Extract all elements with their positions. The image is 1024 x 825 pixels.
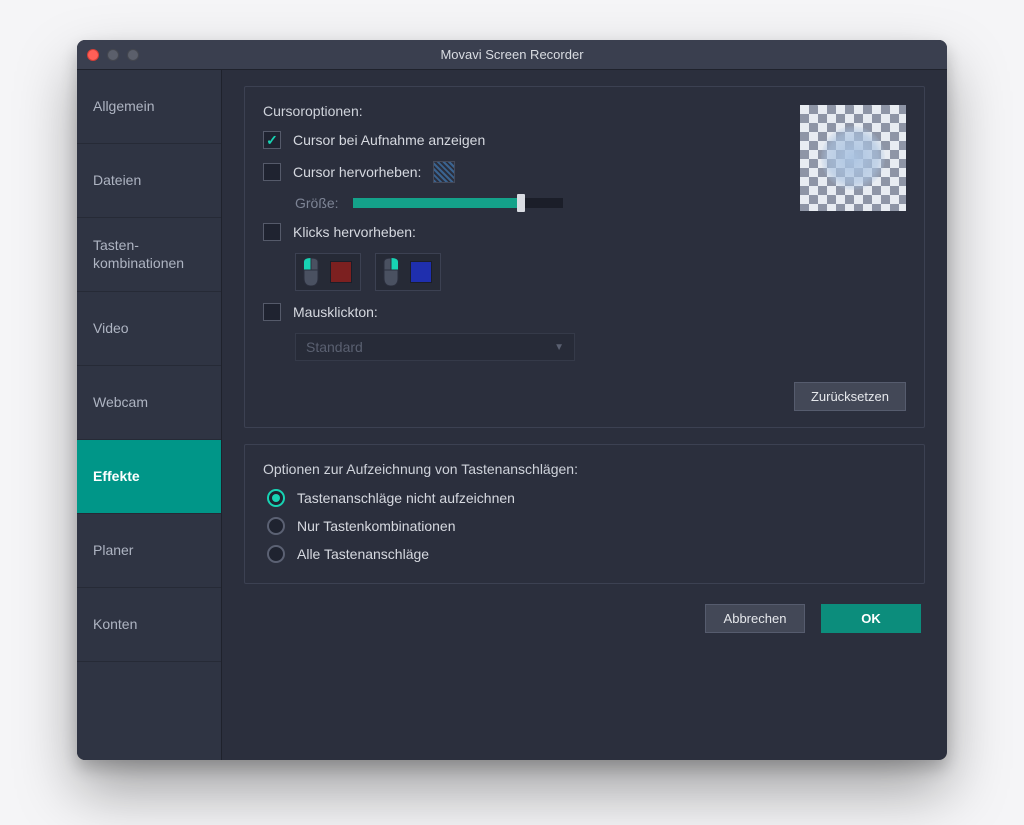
sidebar-item-label: Video <box>93 320 129 338</box>
preferences-window: Movavi Screen Recorder Allgemein Dateien… <box>77 40 947 760</box>
radio-icon <box>267 489 285 507</box>
left-click-color-button[interactable] <box>295 253 361 291</box>
show-cursor-checkbox[interactable] <box>263 131 281 149</box>
sidebar-item-files[interactable]: Dateien <box>77 144 221 218</box>
minimize-icon[interactable] <box>107 49 119 61</box>
cursor-preview <box>800 105 906 211</box>
highlight-color-swatch[interactable] <box>433 161 455 183</box>
panel-title: Cursoroptionen: <box>263 103 774 119</box>
click-sound-checkbox[interactable] <box>263 303 281 321</box>
size-slider[interactable] <box>353 198 563 208</box>
sidebar-item-effects[interactable]: Effekte <box>77 440 221 514</box>
chevron-down-icon: ▼ <box>554 342 564 353</box>
sidebar-item-accounts[interactable]: Konten <box>77 588 221 662</box>
close-icon[interactable] <box>87 49 99 61</box>
sidebar-item-video[interactable]: Video <box>77 292 221 366</box>
keystroke-option-shortcuts[interactable]: Nur Tastenkombinationen <box>267 517 906 535</box>
mouse-left-icon <box>300 258 322 286</box>
titlebar: Movavi Screen Recorder <box>77 40 947 70</box>
sidebar-item-shortcuts[interactable]: Tasten- kombinationen <box>77 218 221 292</box>
ok-button[interactable]: OK <box>821 604 921 633</box>
sidebar-item-label: Tasten- kombinationen <box>93 237 184 272</box>
mouse-right-icon <box>380 258 402 286</box>
panel-title: Optionen zur Aufzeichnung von Tastenansc… <box>263 461 906 477</box>
zoom-icon[interactable] <box>127 49 139 61</box>
size-slider-fill <box>353 198 521 208</box>
show-cursor-label: Cursor bei Aufnahme anzeigen <box>293 132 485 148</box>
right-click-color-button[interactable] <box>375 253 441 291</box>
radio-label: Tastenanschläge nicht aufzeichnen <box>297 490 515 506</box>
radio-icon <box>267 517 285 535</box>
sidebar-item-label: Webcam <box>93 394 148 412</box>
cursor-options-panel: Cursoroptionen: Cursor bei Aufnahme anze… <box>244 86 925 428</box>
radio-label: Alle Tastenanschläge <box>297 546 429 562</box>
cancel-button[interactable]: Abbrechen <box>705 604 805 633</box>
click-sound-select-value: Standard <box>306 339 363 355</box>
content-area: Cursoroptionen: Cursor bei Aufnahme anze… <box>222 70 947 760</box>
click-sound-label: Mausklickton: <box>293 304 378 320</box>
dialog-footer: Abbrechen OK <box>244 600 925 633</box>
sidebar-item-label: Konten <box>93 616 137 634</box>
highlight-cursor-label: Cursor hervorheben: <box>293 164 421 180</box>
sidebar-item-label: Allgemein <box>93 98 154 116</box>
keystroke-option-none[interactable]: Tastenanschläge nicht aufzeichnen <box>267 489 906 507</box>
cursor-highlight-preview-icon <box>821 126 885 190</box>
click-sound-select: Standard ▼ <box>295 333 575 361</box>
sidebar-item-general[interactable]: Allgemein <box>77 70 221 144</box>
window-title: Movavi Screen Recorder <box>77 47 947 62</box>
right-click-color-swatch <box>410 261 432 283</box>
keystroke-option-all[interactable]: Alle Tastenanschläge <box>267 545 906 563</box>
reset-button[interactable]: Zurücksetzen <box>794 382 906 411</box>
size-label: Größe: <box>295 195 339 211</box>
sidebar-item-label: Effekte <box>93 468 140 486</box>
sidebar-item-label: Planer <box>93 542 133 560</box>
radio-label: Nur Tastenkombinationen <box>297 518 456 534</box>
window-body: Allgemein Dateien Tasten- kombinationen … <box>77 70 947 760</box>
radio-icon <box>267 545 285 563</box>
highlight-cursor-checkbox[interactable] <box>263 163 281 181</box>
left-click-color-swatch <box>330 261 352 283</box>
highlight-clicks-label: Klicks hervorheben: <box>293 224 416 240</box>
sidebar-item-scheduler[interactable]: Planer <box>77 514 221 588</box>
sidebar-item-webcam[interactable]: Webcam <box>77 366 221 440</box>
sidebar: Allgemein Dateien Tasten- kombinationen … <box>77 70 222 760</box>
size-slider-thumb[interactable] <box>517 194 525 212</box>
sidebar-item-label: Dateien <box>93 172 141 190</box>
highlight-clicks-checkbox[interactable] <box>263 223 281 241</box>
window-controls <box>87 49 139 61</box>
keystroke-panel: Optionen zur Aufzeichnung von Tastenansc… <box>244 444 925 584</box>
